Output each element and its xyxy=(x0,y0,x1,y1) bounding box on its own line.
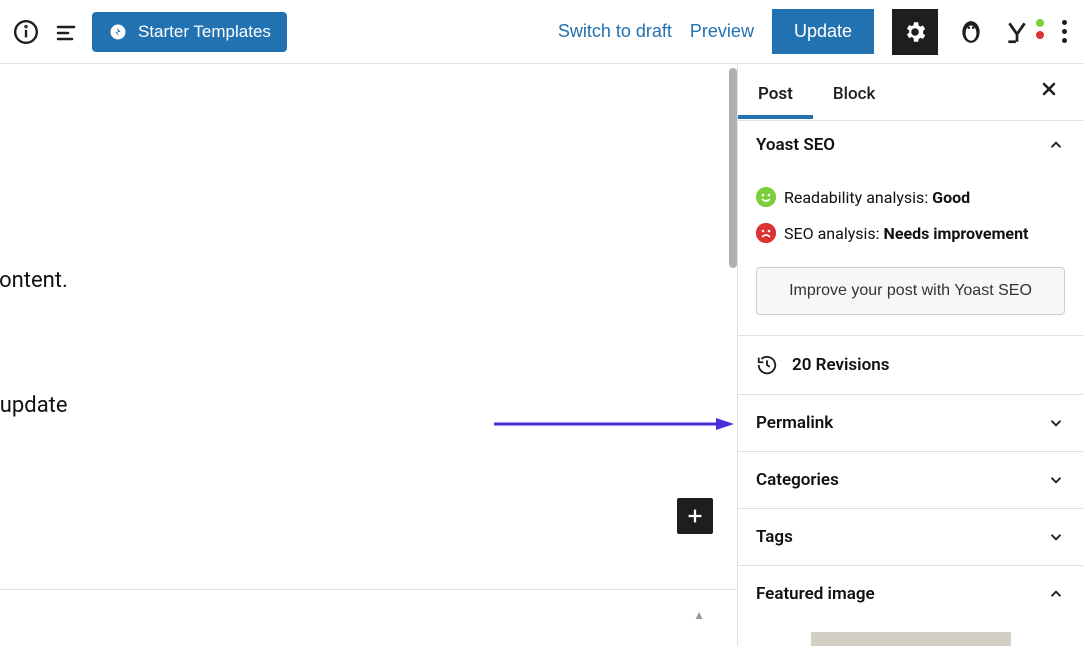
dot xyxy=(1062,20,1067,25)
starter-templates-icon xyxy=(108,22,128,42)
yoast-panel-header[interactable]: Yoast SEO xyxy=(738,121,1083,169)
list-icon xyxy=(54,20,78,44)
readability-analysis-row[interactable]: Readability analysis: Good xyxy=(756,179,1065,215)
yoast-y-icon xyxy=(1004,19,1030,45)
document-overview-button[interactable] xyxy=(52,18,80,46)
chevron-down-icon xyxy=(1047,414,1065,432)
featured-image-title: Featured image xyxy=(756,584,875,604)
yoast-panel-title: Yoast SEO xyxy=(756,135,835,155)
readability-label: Readability analysis: Good xyxy=(784,188,970,207)
settings-button[interactable] xyxy=(892,9,938,55)
monster-insights-button[interactable] xyxy=(956,17,986,47)
starter-templates-label: Starter Templates xyxy=(138,22,271,42)
tab-post[interactable]: Post xyxy=(738,66,813,118)
status-dot-red xyxy=(1036,31,1044,39)
dot xyxy=(1062,29,1067,34)
improve-with-yoast-button[interactable]: Improve your post with Yoast SEO xyxy=(756,267,1065,315)
add-block-button[interactable] xyxy=(677,498,713,534)
tags-title: Tags xyxy=(756,527,793,547)
gear-icon xyxy=(902,19,928,45)
close-sidebar-button[interactable] xyxy=(1031,71,1067,113)
status-dot-green xyxy=(1036,19,1044,27)
dot xyxy=(1062,38,1067,43)
featured-image-preview[interactable] xyxy=(811,632,1011,646)
smiley-bad-icon xyxy=(756,223,776,243)
editor-canvas[interactable]: ost lots of content. ere's an update ▲ xyxy=(0,64,737,646)
preview-button[interactable]: Preview xyxy=(690,21,754,42)
chevron-up-icon xyxy=(1047,585,1065,603)
editor-scrollbar[interactable] xyxy=(729,68,737,268)
more-options-button[interactable] xyxy=(1058,12,1071,51)
scroll-to-top-button[interactable]: ▲ xyxy=(693,608,705,622)
yoast-seo-panel: Yoast SEO Readability analysis: Good xyxy=(738,120,1083,335)
history-icon xyxy=(756,354,778,376)
plus-icon xyxy=(684,505,706,527)
close-icon xyxy=(1039,79,1059,99)
post-paragraph[interactable]: ere's an update xyxy=(0,393,737,418)
smiley-good-icon xyxy=(756,187,776,207)
tags-panel[interactable]: Tags xyxy=(738,508,1083,565)
editor-content: ost lots of content. ere's an update xyxy=(0,154,737,418)
tab-block[interactable]: Block xyxy=(813,66,895,118)
top-toolbar: Starter Templates Switch to draft Previe… xyxy=(0,0,1083,64)
editor-separator xyxy=(0,589,737,590)
categories-panel[interactable]: Categories xyxy=(738,451,1083,508)
revisions-count-text: 20 Revisions xyxy=(792,355,889,375)
topbar-right: Switch to draft Preview Update xyxy=(558,9,1071,55)
starter-templates-button[interactable]: Starter Templates xyxy=(92,12,287,52)
permalink-title: Permalink xyxy=(756,413,833,433)
settings-sidebar: Post Block Yoast SEO Readabil xyxy=(737,64,1083,646)
sidebar-tabs: Post Block xyxy=(738,64,1083,120)
penguin-icon xyxy=(958,19,984,45)
seo-analysis-row[interactable]: SEO analysis: Needs improvement xyxy=(756,215,1065,251)
info-icon xyxy=(13,19,39,45)
post-title[interactable]: ost xyxy=(0,154,737,208)
yoast-panel-body: Readability analysis: Good SEO analysis:… xyxy=(738,169,1083,335)
switch-to-draft-button[interactable]: Switch to draft xyxy=(558,21,672,42)
revisions-button[interactable]: 20 Revisions xyxy=(738,335,1083,394)
editor-body: ost lots of content. ere's an update ▲ P… xyxy=(0,64,1083,646)
seo-label: SEO analysis: Needs improvement xyxy=(784,224,1028,243)
annotation-arrow xyxy=(494,417,734,431)
yoast-status-button[interactable] xyxy=(1004,17,1040,47)
info-button[interactable] xyxy=(12,18,40,46)
chevron-down-icon xyxy=(1047,471,1065,489)
update-button[interactable]: Update xyxy=(772,9,874,54)
chevron-down-icon xyxy=(1047,528,1065,546)
permalink-panel[interactable]: Permalink xyxy=(738,394,1083,451)
post-paragraph[interactable]: lots of content. xyxy=(0,268,737,293)
chevron-up-icon xyxy=(1047,136,1065,154)
featured-image-panel[interactable]: Featured image xyxy=(738,565,1083,622)
categories-title: Categories xyxy=(756,470,839,490)
topbar-left: Starter Templates xyxy=(12,12,287,52)
